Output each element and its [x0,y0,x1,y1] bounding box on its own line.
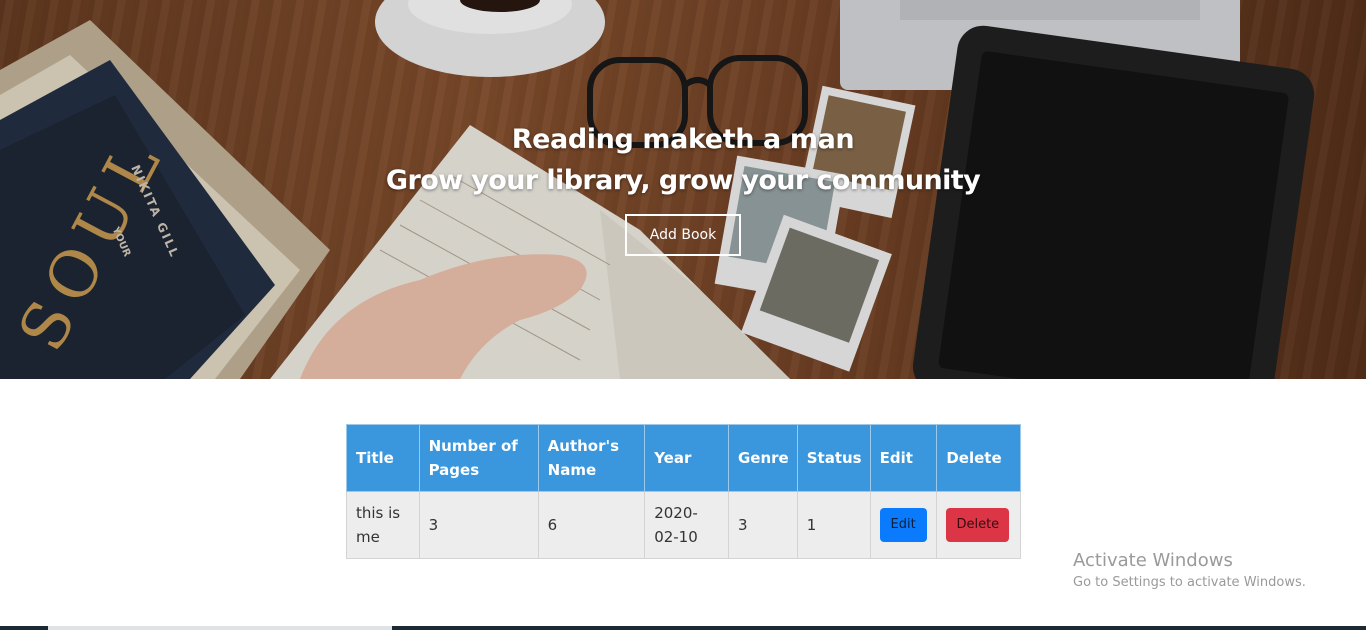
table-header-row: Title Number of Pages Author's Name Year… [346,424,1021,492]
taskbar-active-item[interactable] [48,626,392,630]
column-header-status: Status [796,424,871,492]
column-header-genre: Genre [727,424,798,492]
cell-edit: Edit [869,491,938,559]
cell-year: 2020-02-10 [644,491,729,559]
cell-title: this is me [346,491,420,559]
cell-pages: 3 [418,491,539,559]
hero-title: Reading maketh a man [511,124,855,155]
books-table: Title Number of Pages Author's Name Year… [346,424,1021,559]
add-book-button[interactable]: Add Book [625,214,741,256]
delete-button[interactable]: Delete [946,507,1010,542]
cell-genre: 3 [727,491,798,559]
column-header-title: Title [346,424,420,492]
hero-subtitle: Grow your library, grow your community [385,165,981,196]
activate-windows-watermark: Activate Windows Go to Settings to activ… [1073,549,1306,593]
column-header-edit: Edit [869,424,938,492]
hero-heading: Reading maketh a man Grow your library, … [0,120,1366,202]
column-header-delete: Delete [936,424,1021,492]
activate-windows-subtitle: Go to Settings to activate Windows. [1073,575,1306,590]
column-header-author: Author's Name [537,424,646,492]
edit-button[interactable]: Edit [879,507,927,542]
column-header-year: Year [644,424,729,492]
cell-delete: Delete [936,491,1021,559]
table-row: this is me 3 6 2020-02-10 3 1 Edit Delet… [346,491,1021,559]
cell-author: 6 [537,491,646,559]
cell-status: 1 [796,491,871,559]
activate-windows-title: Activate Windows [1073,550,1233,571]
hero-banner: SOUL NIKITA GILL YOUR Reading maketh a m… [0,0,1366,379]
column-header-pages: Number of Pages [418,424,539,492]
